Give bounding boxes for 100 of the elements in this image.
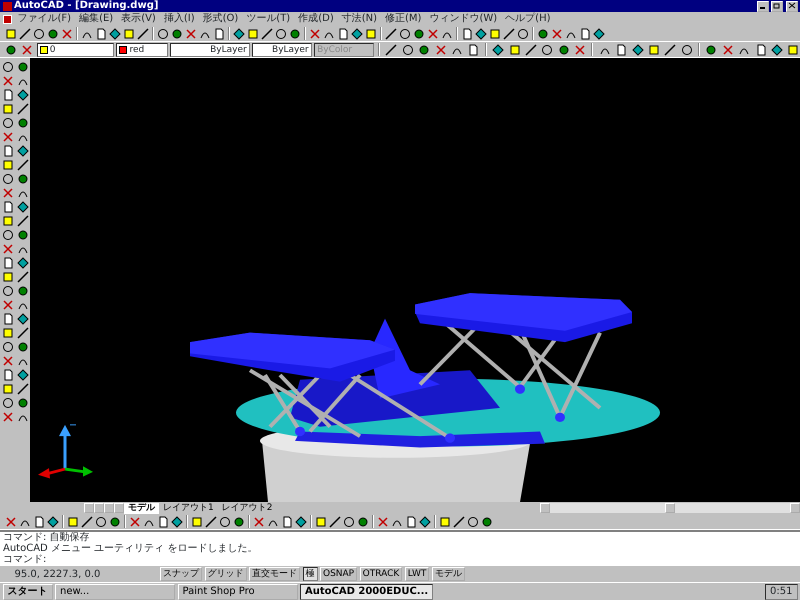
tool-button[interactable]	[502, 26, 516, 40]
tool-button[interactable]	[294, 514, 308, 528]
tool-button[interactable]	[232, 514, 246, 528]
menu-item[interactable]: 形式(O)	[198, 12, 242, 26]
tool-button[interactable]	[646, 42, 661, 56]
tool-button[interactable]	[16, 270, 30, 284]
tool-button[interactable]	[1, 340, 15, 354]
tool-button[interactable]	[364, 26, 378, 40]
tool-button[interactable]	[786, 42, 800, 56]
tool-button[interactable]	[1, 228, 15, 242]
layout-tab[interactable]: モデル	[124, 502, 159, 514]
status-toggle[interactable]: モデル	[432, 567, 465, 581]
tool-button[interactable]	[630, 42, 644, 56]
tool-button[interactable]	[438, 514, 452, 528]
tool-button[interactable]	[488, 26, 502, 40]
tool-button[interactable]	[218, 514, 232, 528]
tool-button[interactable]	[16, 256, 30, 270]
layer-dropdown[interactable]: 0	[36, 42, 114, 56]
tool-button[interactable]	[274, 26, 288, 40]
tool-button[interactable]	[417, 42, 432, 56]
menu-item[interactable]: ツール(T)	[242, 12, 294, 26]
tool-button[interactable]	[452, 514, 466, 528]
menu-item[interactable]: 作成(D)	[294, 12, 338, 26]
tool-button[interactable]	[350, 26, 364, 40]
tool-button[interactable]	[16, 200, 30, 214]
tool-button[interactable]	[18, 26, 32, 40]
tool-button[interactable]	[314, 514, 328, 528]
tool-button[interactable]	[16, 228, 30, 242]
tool-button[interactable]	[398, 26, 412, 40]
lineweight-dropdown[interactable]: ByLayer	[252, 42, 312, 56]
tool-button[interactable]	[16, 60, 30, 74]
tool-button[interactable]	[46, 26, 60, 40]
status-toggle[interactable]: 極	[302, 567, 318, 581]
tool-button[interactable]	[770, 42, 784, 56]
tool-button[interactable]	[1, 172, 15, 186]
tool-button[interactable]	[108, 26, 122, 40]
tool-button[interactable]	[4, 26, 18, 40]
tool-button[interactable]	[16, 102, 30, 116]
restore-button[interactable]	[771, 0, 783, 12]
taskbar-button[interactable]: new...	[55, 584, 175, 600]
tool-button[interactable]	[418, 514, 432, 528]
tool-button[interactable]	[170, 26, 184, 40]
tool-button[interactable]	[480, 514, 494, 528]
scroll-thumb[interactable]	[665, 503, 675, 513]
tool-button[interactable]	[466, 514, 480, 528]
tool-button[interactable]	[384, 42, 398, 56]
tool-button[interactable]	[663, 42, 678, 56]
status-toggle[interactable]: スナップ	[160, 567, 202, 581]
tool-button[interactable]	[16, 396, 30, 410]
tool-button[interactable]	[16, 172, 30, 186]
tool-button[interactable]	[592, 26, 606, 40]
tool-button[interactable]	[491, 42, 506, 56]
tool-button[interactable]	[1, 382, 15, 396]
tool-button[interactable]	[94, 514, 108, 528]
status-toggle[interactable]: OSNAP	[320, 567, 358, 581]
tool-button[interactable]	[16, 340, 30, 354]
tool-button[interactable]	[16, 116, 30, 130]
tool-button[interactable]	[556, 42, 571, 56]
tool-button[interactable]	[1, 326, 15, 340]
tool-button[interactable]	[4, 42, 18, 56]
tool-button[interactable]	[32, 26, 46, 40]
tool-button[interactable]	[1, 396, 15, 410]
tool-button[interactable]	[680, 42, 694, 56]
tool-button[interactable]	[1, 284, 15, 298]
menu-item[interactable]: ファイル(F)	[14, 12, 76, 26]
tool-button[interactable]	[170, 514, 184, 528]
tool-button[interactable]	[16, 382, 30, 396]
taskbar-button[interactable]: AutoCAD 2000EDUC...	[300, 584, 434, 600]
tool-button[interactable]	[356, 514, 370, 528]
tool-button[interactable]	[400, 42, 415, 56]
tool-button[interactable]	[190, 514, 204, 528]
tool-button[interactable]	[16, 144, 30, 158]
tool-button[interactable]	[540, 42, 554, 56]
tool-button[interactable]	[1, 60, 15, 74]
tool-button[interactable]	[1, 158, 15, 172]
tool-button[interactable]	[246, 26, 260, 40]
color-dropdown[interactable]: red	[116, 42, 168, 56]
tool-button[interactable]	[204, 514, 218, 528]
linetype-dropdown[interactable]: ByLayer	[170, 42, 250, 56]
tool-button[interactable]	[46, 514, 60, 528]
tool-button[interactable]	[474, 26, 488, 40]
tool-button[interactable]	[16, 326, 30, 340]
tool-button[interactable]	[16, 368, 30, 382]
taskbar-button[interactable]: Paint Shop Pro	[178, 584, 298, 600]
tool-button[interactable]	[66, 514, 80, 528]
tool-button[interactable]	[122, 26, 136, 40]
tool-button[interactable]	[16, 312, 30, 326]
tool-button[interactable]	[412, 26, 426, 40]
tool-button[interactable]	[524, 42, 538, 56]
tool-button[interactable]	[260, 26, 274, 40]
tool-button[interactable]	[16, 88, 30, 102]
tool-button[interactable]	[156, 26, 170, 40]
menu-item[interactable]: 修正(M)	[381, 12, 426, 26]
tool-button[interactable]	[704, 42, 718, 56]
tool-button[interactable]	[328, 514, 342, 528]
menu-item[interactable]: 表示(V)	[117, 12, 160, 26]
tool-button[interactable]	[1, 102, 15, 116]
menu-item[interactable]: 編集(E)	[75, 12, 118, 26]
tool-button[interactable]	[1, 270, 15, 284]
tool-button[interactable]	[288, 26, 302, 40]
